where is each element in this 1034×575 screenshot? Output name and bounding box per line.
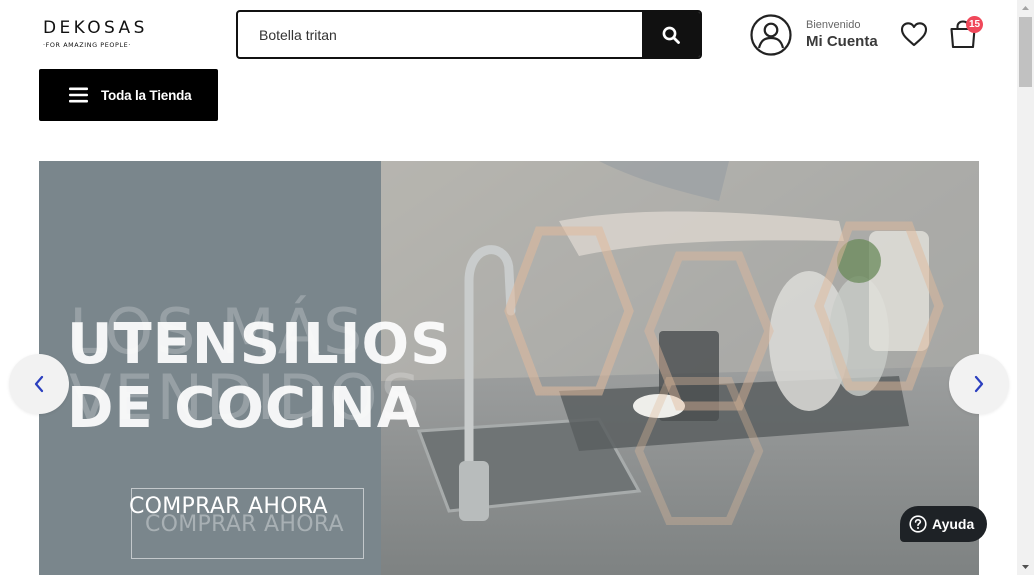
cart-button[interactable]: 15 (947, 16, 983, 50)
hero-headline-line2: DE COCINA (67, 376, 422, 441)
hero-banner[interactable]: LOS MÁS VENDIDOS UTENSILIOS DE COCINA CO… (39, 161, 979, 575)
question-circle-icon (909, 515, 927, 533)
help-button[interactable]: Ayuda (900, 506, 987, 542)
scrollbar-thumb[interactable] (1019, 17, 1032, 87)
hero-headline-line1: UTENSILIOS (67, 312, 452, 377)
all-store-label: Toda la Tienda (101, 87, 192, 103)
carousel-next-button[interactable] (949, 354, 1009, 414)
account-greeting: Bienvenido (806, 18, 861, 31)
carousel-prev-button[interactable] (9, 354, 69, 414)
page-scrollbar[interactable] (1017, 0, 1034, 575)
scroll-up-arrow-icon[interactable] (1017, 0, 1034, 17)
search-bar (236, 10, 702, 59)
heart-icon (900, 22, 928, 47)
shop-now-ghost-label: COMPRAR AHORA (145, 512, 344, 537)
logo-tagline: ·FOR AMAZING PEOPLE· (43, 41, 131, 49)
account-text: Bienvenido Mi Cuenta (806, 19, 878, 52)
search-button[interactable] (642, 12, 700, 57)
user-circle-icon (750, 14, 792, 56)
wishlist-button[interactable] (899, 20, 929, 48)
menu-icon (69, 87, 88, 103)
cart-count-badge: 15 (966, 16, 983, 33)
page: DEKOSAS ·FOR AMAZING PEOPLE· Bienvenido … (0, 0, 1034, 575)
logo-wordmark: DEKOSAS (43, 18, 148, 38)
store-logo[interactable]: DEKOSAS ·FOR AMAZING PEOPLE· (43, 19, 159, 49)
chevron-right-icon (974, 375, 984, 393)
account-label: Mi Cuenta (806, 32, 878, 50)
account-link[interactable]: Bienvenido Mi Cuenta (750, 14, 878, 56)
chevron-left-icon (34, 375, 44, 393)
all-store-menu-button[interactable]: Toda la Tienda (39, 69, 218, 121)
help-label: Ayuda (932, 516, 975, 532)
scroll-down-arrow-icon[interactable] (1017, 558, 1034, 575)
search-icon (662, 26, 680, 44)
search-input[interactable] (238, 12, 644, 57)
hero-headline: UTENSILIOS DE COCINA (67, 313, 451, 441)
